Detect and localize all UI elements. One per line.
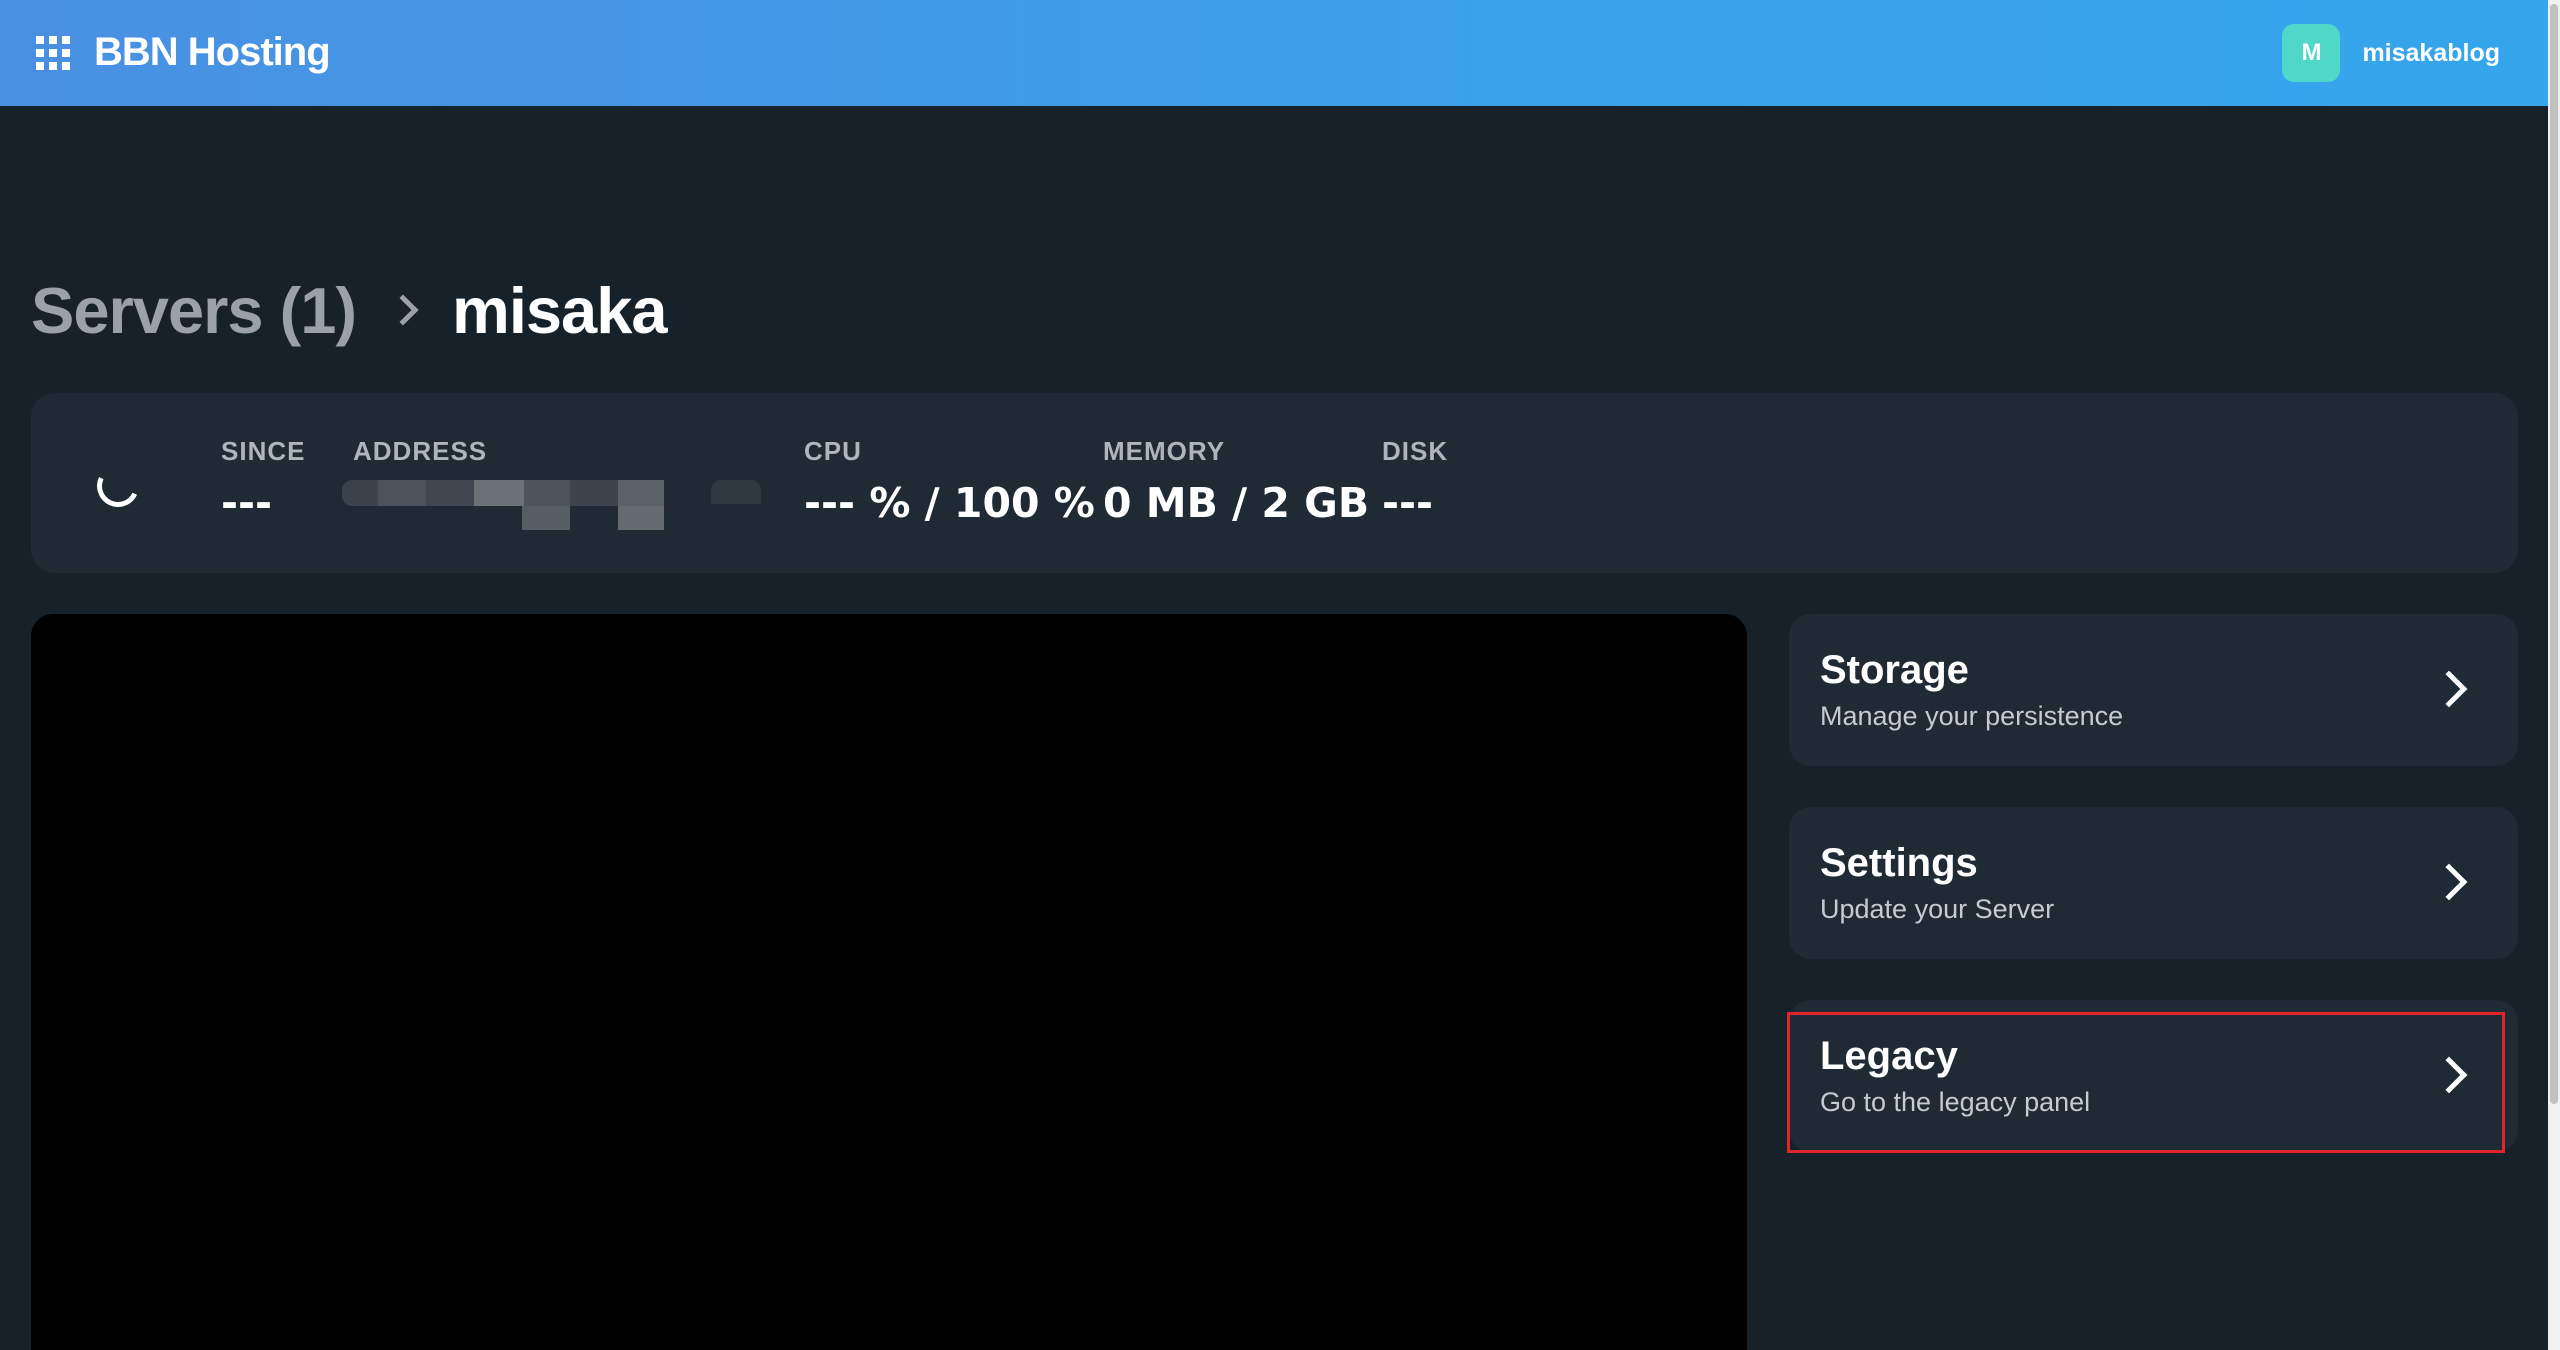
stat-cpu: CPU --- % / 100 % (804, 436, 1095, 528)
stat-cpu-label: CPU (804, 436, 862, 466)
scrollbar-thumb[interactable] (2550, 4, 2558, 1104)
chevron-right-icon (2430, 670, 2468, 708)
chevron-right-icon (2430, 863, 2468, 901)
brand-logo-text[interactable]: BBN Hosting (94, 26, 331, 78)
address-value-redacted (342, 478, 762, 530)
stat-cpu-value: --- % / 100 % (804, 479, 1095, 527)
server-console[interactable] (31, 614, 1747, 1350)
stat-disk-value: --- (1382, 479, 1434, 527)
legacy-card-subtitle: Go to the legacy panel (1820, 1087, 2091, 1117)
stat-since-label: SINCE (221, 436, 306, 466)
page-title: misaka (452, 273, 667, 347)
chevron-right-icon (2430, 1056, 2468, 1094)
storage-card-subtitle: Manage your persistence (1820, 701, 2124, 731)
username[interactable]: misakablog (2362, 39, 2500, 68)
legacy-card[interactable]: Legacy Go to the legacy panel (1789, 1000, 2518, 1152)
stat-since-value: --- (221, 479, 273, 527)
settings-card-title: Settings (1820, 841, 1978, 885)
stat-memory-value: 0 MB / 2 GB (1103, 479, 1370, 527)
avatar[interactable]: M (2282, 24, 2341, 82)
stat-address-label: ADDRESS (353, 436, 488, 466)
settings-card-subtitle: Update your Server (1820, 894, 2055, 924)
storage-card[interactable]: Storage Manage your persistence (1789, 614, 2518, 766)
stat-memory-label: MEMORY (1103, 436, 1226, 466)
breadcrumb-servers-link[interactable]: Servers (1) (31, 273, 357, 348)
chevron-right-icon (387, 294, 419, 326)
stat-address: ADDRESS (353, 436, 487, 466)
stat-since: SINCE --- (221, 436, 305, 528)
user-menu[interactable]: M misakablog (2282, 24, 2500, 82)
legacy-card-title: Legacy (1820, 1034, 1958, 1078)
breadcrumb: Servers (1) misaka (31, 270, 668, 350)
stat-memory: MEMORY 0 MB / 2 GB (1103, 436, 1369, 528)
stat-disk: DISK --- (1382, 436, 1448, 528)
top-header-bar: BBN Hosting M misakablog (0, 0, 2548, 106)
storage-card-title: Storage (1820, 648, 1969, 692)
stat-disk-label: DISK (1382, 436, 1449, 466)
settings-card[interactable]: Settings Update your Server (1789, 807, 2518, 959)
grid-icon[interactable] (36, 36, 72, 72)
